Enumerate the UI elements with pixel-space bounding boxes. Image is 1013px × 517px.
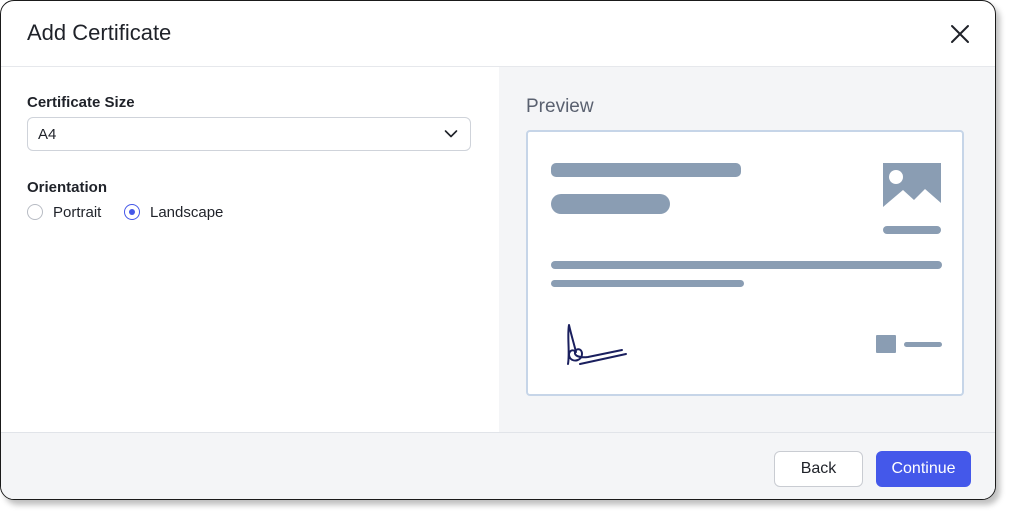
placeholder-image-caption — [883, 226, 941, 234]
placeholder-body-line-1 — [551, 261, 942, 269]
image-icon — [883, 163, 941, 213]
preview-panel: Preview — [499, 67, 995, 432]
dialog-header: Add Certificate — [1, 1, 995, 67]
preview-title: Preview — [526, 96, 594, 117]
certificate-preview-card — [526, 130, 964, 396]
placeholder-subtitle-line — [551, 194, 670, 214]
portrait-radio[interactable]: Portrait — [27, 203, 111, 223]
dialog-title: Add Certificate — [27, 20, 172, 45]
landscape-radio-circle — [124, 204, 140, 220]
chevron-down-icon — [444, 130, 458, 138]
placeholder-seal — [876, 335, 896, 353]
certificate-size-select[interactable]: A4 — [27, 117, 471, 151]
certificate-size-value: A4 — [38, 126, 57, 143]
placeholder-title-line — [551, 163, 741, 177]
back-button[interactable]: Back — [774, 451, 863, 487]
dialog-footer: Back Continue — [1, 432, 995, 499]
landscape-radio-label: Landscape — [150, 204, 224, 221]
add-certificate-dialog: Add Certificate Certificate Size A4 Orie… — [0, 0, 996, 500]
settings-panel: Certificate Size A4 Orientation Portrait… — [1, 67, 499, 432]
close-icon[interactable] — [949, 23, 971, 45]
placeholder-body-line-2 — [551, 280, 744, 287]
orientation-label: Orientation — [27, 179, 108, 196]
continue-button[interactable]: Continue — [876, 451, 971, 487]
portrait-radio-circle — [27, 204, 43, 220]
signature-icon — [567, 324, 627, 365]
certificate-size-label: Certificate Size — [27, 94, 135, 111]
landscape-radio[interactable]: Landscape — [124, 203, 236, 223]
portrait-radio-label: Portrait — [53, 204, 102, 221]
placeholder-seal-line — [904, 342, 942, 347]
